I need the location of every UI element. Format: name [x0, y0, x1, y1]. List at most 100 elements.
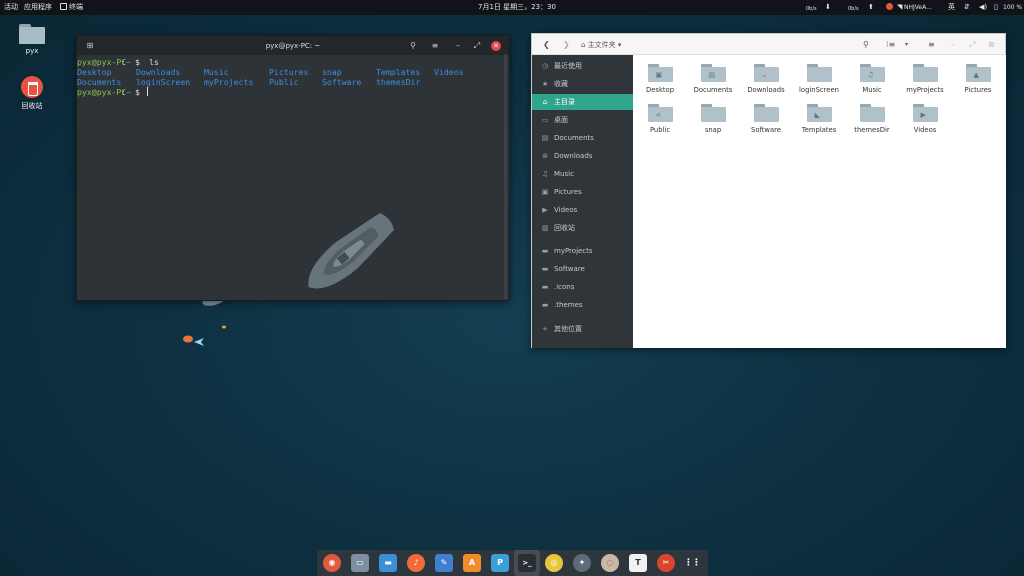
sidebar-item-documents[interactable]: ▤ Documents	[532, 130, 633, 146]
chevron-down-icon[interactable]: ▾	[905, 41, 908, 48]
text-editor-icon[interactable]: ✎	[435, 554, 453, 572]
desktop-icon-label: 回收站	[21, 102, 43, 110]
home-icon: ⌂	[542, 98, 548, 106]
folder-item-snap[interactable]: snap	[687, 104, 739, 134]
sidebar-item-pictures[interactable]: ▣ Pictures	[532, 184, 633, 200]
folder-item-downloads[interactable]: ⌄ Downloads	[740, 64, 792, 94]
close-button[interactable]: ⊗	[988, 40, 995, 49]
desktop-home-folder[interactable]: pyx	[12, 24, 52, 55]
folder-icon	[753, 104, 779, 122]
sidebar-item-label: Downloads	[554, 152, 593, 160]
search-icon[interactable]: ⚲	[408, 41, 418, 51]
input-method-indicator[interactable]: 英	[948, 3, 955, 12]
sidebar-item-other-locations[interactable]: + 其他位置	[532, 321, 633, 337]
net-down-speed: 0b/s	[806, 6, 817, 12]
applications-menu[interactable]: 应用程序	[24, 3, 52, 12]
file-manager-headerbar[interactable]: ❮ ❯ ⌂ 主文件夹 ▾ ⚲ ⁝≡ ▾ ≡ – ⤢ ⊗	[532, 34, 1005, 55]
hamburger-menu-icon[interactable]: ≡	[928, 40, 935, 49]
plus-icon: +	[542, 325, 548, 333]
typora-icon[interactable]: T	[629, 554, 647, 572]
ls-entry: Public	[269, 77, 299, 87]
ls-entry: myProjects	[204, 77, 254, 87]
file-manager-window[interactable]: ❮ ❯ ⌂ 主文件夹 ▾ ⚲ ⁝≡ ▾ ≡ – ⤢ ⊗ ◷ 最近使用 ★ 收藏 ⌂ 主…	[531, 33, 1006, 348]
folder-label: Desktop	[645, 86, 675, 94]
folder-item-music[interactable]: ♫ Music	[846, 64, 898, 94]
folder-pictures-icon: ▲	[965, 64, 991, 82]
terminal-content[interactable]: pyx@pyx-PC : ~ $ ls Desktop Downloads Mu…	[77, 55, 509, 300]
sidebar-item-software[interactable]: ▬ Software	[532, 261, 633, 277]
chrome-icon[interactable]: ◎	[545, 554, 563, 572]
terminal-scrollbar[interactable]	[504, 54, 507, 299]
folder-item-pictures[interactable]: ▲ Pictures	[952, 64, 1004, 94]
archive-manager-icon[interactable]: ▭	[351, 554, 369, 572]
ls-entry: Documents	[77, 77, 122, 87]
download-arrow-icon: ⬇	[825, 3, 831, 11]
sidebar-item-themes[interactable]: ▬ .themes	[532, 297, 633, 313]
close-button[interactable]: ✕	[491, 41, 501, 51]
sidebar-item-recent[interactable]: ◷ 最近使用	[532, 58, 633, 74]
sidebar-item-myprojects[interactable]: ▬ myProjects	[532, 243, 633, 259]
shell-app-icon[interactable]: ◌	[601, 554, 619, 572]
clock[interactable]: 7月1日 星期三，23：30	[478, 3, 556, 12]
maximize-button[interactable]: ⤢	[969, 40, 975, 50]
location-breadcrumb[interactable]: ⌂ 主文件夹 ▾	[581, 40, 621, 50]
sidebar-item-label: Documents	[554, 134, 594, 142]
music-player-icon[interactable]: ♪	[407, 554, 425, 572]
folder-item-software[interactable]: Software	[740, 104, 792, 134]
sidebar-item-desktop[interactable]: ▭ 桌面	[532, 112, 633, 128]
view-options-icon[interactable]: ⁝≡	[886, 40, 895, 49]
folder-label: Public	[649, 126, 671, 134]
network-name[interactable]: NHJVeA...	[904, 3, 932, 12]
activities-button[interactable]: 活动	[4, 3, 18, 12]
sidebar-item-starred[interactable]: ★ 收藏	[532, 76, 633, 92]
terminal-window[interactable]: ⊞ pyx@pyx-PC: ~ ⚲ ≡ – ⤢ ✕ pyx@pyx-PC : ~…	[76, 35, 510, 301]
pycharm-icon[interactable]: P	[491, 554, 509, 572]
sidebar-item-downloads[interactable]: ⊛ Downloads	[532, 148, 633, 164]
top-bar: 活动 应用程序 终端 7月1日 星期三，23：30 0b/s ⬇ 0b/s ⬆ …	[0, 0, 1024, 15]
sidebar-item-icons[interactable]: ▬ .icons	[532, 279, 633, 295]
sidebar-item-trash[interactable]: ▥ 回收站	[532, 220, 633, 236]
folder-item-myprojects[interactable]: myProjects	[899, 64, 951, 94]
sidebar-item-home[interactable]: ⌂ 主目录	[532, 94, 633, 110]
tray-app-icon[interactable]	[886, 3, 893, 12]
folder-icon	[912, 64, 938, 82]
ls-entry: themesDir	[376, 77, 421, 87]
software-center-icon[interactable]: A	[463, 554, 481, 572]
wifi-icon[interactable]: ◥	[897, 3, 902, 12]
back-button[interactable]: ❮	[543, 40, 550, 49]
terminal-app-icon[interactable]: >_	[518, 554, 536, 572]
gitkraken-icon[interactable]: ◉	[323, 554, 341, 572]
folder-item-loginscreen[interactable]: loginScreen	[793, 64, 845, 94]
folder-item-public[interactable]: < Public	[634, 104, 686, 134]
trash-icon	[21, 76, 43, 98]
upload-arrow-icon: ⬆	[868, 3, 874, 11]
forward-button[interactable]: ❯	[563, 40, 570, 49]
prompt-user: pyx@pyx-PC	[77, 87, 127, 97]
folder-item-desktop[interactable]: ▣ Desktop	[634, 64, 686, 94]
minimize-button[interactable]: –	[453, 41, 463, 51]
prompt-symbol: $	[135, 87, 140, 97]
network-wired-icon[interactable]: ⇵	[964, 3, 970, 12]
folder-item-themesdir[interactable]: themesDir	[846, 104, 898, 134]
volume-icon[interactable]: ◀)	[979, 3, 987, 12]
active-app-menu[interactable]: 终端	[60, 3, 83, 12]
show-apps-grid-icon[interactable]: ⋮⋮	[683, 554, 701, 572]
inkscape-icon[interactable]: ✦	[573, 554, 591, 572]
screenshot-icon[interactable]: ✂	[657, 554, 675, 572]
sidebar-item-music[interactable]: ♫ Music	[532, 166, 633, 182]
files-app-icon[interactable]: ▬	[379, 554, 397, 572]
desktop-trash[interactable]: 回收站	[12, 76, 52, 111]
maximize-button[interactable]: ⤢	[472, 41, 482, 51]
hamburger-menu-icon[interactable]: ≡	[430, 41, 440, 51]
folder-item-videos[interactable]: ▶ Videos	[899, 104, 951, 134]
terminal-icon	[60, 3, 67, 10]
sidebar-item-videos[interactable]: ▶ Videos	[532, 202, 633, 218]
minimize-button[interactable]: –	[951, 40, 955, 49]
terminal-line: pyx@pyx-PC : ~ $ ls	[77, 57, 509, 67]
folder-item-documents[interactable]: ▤ Documents	[687, 64, 739, 94]
folder-item-templates[interactable]: ◣ Templates	[793, 104, 845, 134]
battery-percent: 100 %	[1003, 4, 1023, 11]
search-icon[interactable]: ⚲	[863, 40, 869, 49]
terminal-titlebar[interactable]: ⊞ pyx@pyx-PC: ~ ⚲ ≡ – ⤢ ✕	[77, 36, 509, 55]
battery-icon[interactable]: ▯	[994, 3, 998, 12]
